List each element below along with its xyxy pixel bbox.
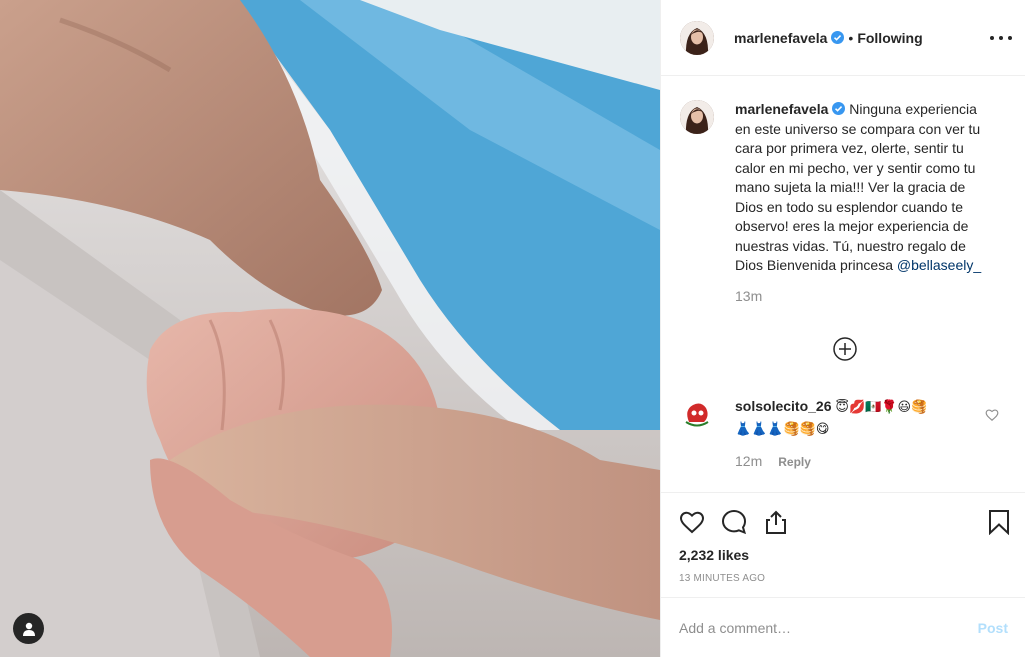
post-comment-button[interactable]: Post <box>978 620 1008 636</box>
bookmark-icon <box>989 510 1009 536</box>
comment-item: solsolecito_26 😇💋🇲🇽🌹😃🥞 👗👗👗🥞🥞😋 12m Reply <box>680 396 1010 472</box>
verified-badge-icon <box>831 31 845 44</box>
add-comment-section: Post <box>661 597 1025 657</box>
plus-circle-icon[interactable] <box>833 337 857 361</box>
commenter-username[interactable]: solsolecito_26 <box>735 398 832 414</box>
reply-button[interactable]: Reply <box>778 455 811 469</box>
caption-body: marlenefavela Ninguna experiencia en est… <box>735 100 995 306</box>
share-button[interactable] <box>763 509 789 535</box>
comment-body: solsolecito_26 😇💋🇲🇽🌹😃🥞 👗👗👗🥞🥞😋 12m Reply <box>735 396 975 472</box>
action-icons <box>679 509 789 535</box>
person-icon <box>22 622 35 636</box>
comment-button[interactable] <box>721 509 747 535</box>
commenter-avatar[interactable] <box>680 396 714 430</box>
avatar-image <box>680 100 714 134</box>
comment-meta: 12m Reply <box>735 451 975 472</box>
user-tags-button[interactable] <box>13 613 44 644</box>
avatar-image <box>680 396 714 430</box>
post-image <box>0 0 660 657</box>
post-photo[interactable] <box>0 0 660 657</box>
like-button[interactable] <box>679 509 705 535</box>
save-button[interactable] <box>986 509 1012 536</box>
comment-input[interactable] <box>679 619 978 636</box>
following-button[interactable]: Following <box>857 30 922 46</box>
post-sidebar: marlenefavela • Following marlenefavela … <box>660 0 1025 657</box>
likes-count[interactable]: 2,232 likes <box>679 547 749 563</box>
author-avatar[interactable] <box>680 20 714 55</box>
post-header: marlenefavela • Following <box>661 0 1025 76</box>
caption: marlenefavela Ninguna experiencia en est… <box>680 100 1010 306</box>
share-icon <box>766 510 786 534</box>
comment-time[interactable]: 12m <box>735 453 762 469</box>
verified-badge-icon <box>832 102 846 115</box>
caption-text: Ninguna experiencia en este universo se … <box>735 101 981 273</box>
caption-author-avatar[interactable] <box>680 100 714 134</box>
heart-icon[interactable] <box>985 408 999 422</box>
more-options-icon[interactable] <box>990 28 1012 48</box>
author-username[interactable]: marlenefavela <box>734 30 827 46</box>
comment-icon <box>721 509 747 535</box>
separator-dot: • <box>848 29 854 46</box>
caption-author-username[interactable]: marlenefavela <box>735 101 828 117</box>
caption-time[interactable]: 13m <box>735 287 995 307</box>
post-actions: 2,232 likes 13 MINUTES AGO <box>661 492 1025 597</box>
avatar-image <box>680 20 714 55</box>
mention-link[interactable]: @bellaseely_ <box>897 257 981 273</box>
post-timestamp: 13 MINUTES AGO <box>679 573 766 584</box>
heart-icon <box>679 511 705 534</box>
